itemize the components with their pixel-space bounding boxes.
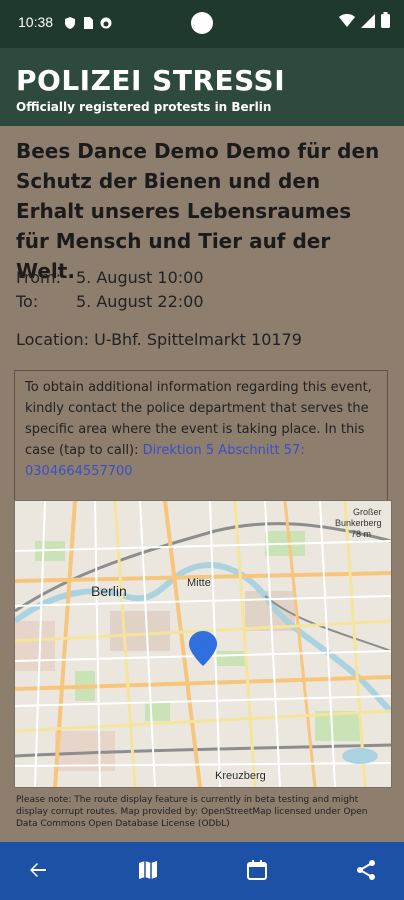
share-button[interactable]: [352, 856, 380, 884]
status-right-icons: [339, 12, 390, 32]
wifi-icon: [339, 13, 355, 32]
status-bar: 10:38: [0, 0, 404, 48]
event-details: Bees Dance Demo Demo für den Schutz der …: [0, 126, 404, 842]
to-row: To: 5. August 22:00: [16, 292, 204, 311]
calendar-button[interactable]: [243, 856, 271, 884]
event-map[interactable]: Berlin Mitte Kreuzberg Großer Bunkerberg…: [14, 500, 392, 788]
event-title: Bees Dance Demo Demo für den Schutz der …: [16, 139, 380, 283]
to-label: To:: [16, 292, 39, 311]
data-icon: [100, 14, 112, 29]
map-note: Please note: The route display feature i…: [16, 795, 368, 829]
share-icon: [357, 860, 375, 880]
app-title: POLIZEI STRESSI: [16, 64, 286, 97]
map-label-bunkerberg: Bunkerberg: [335, 518, 382, 528]
back-button[interactable]: [24, 856, 52, 884]
map-icon: [139, 861, 157, 879]
event-location: Location: U-Bhf. Spittelmarkt 10179: [16, 330, 302, 349]
battery-icon: [381, 12, 390, 32]
sim-icon: [82, 14, 94, 29]
map-label-kreuzberg: Kreuzberg: [215, 770, 266, 782]
calendar-icon: [247, 860, 267, 880]
camera-cutout: [191, 12, 213, 34]
app-bar: POLIZEI STRESSI Officially registered pr…: [0, 48, 404, 126]
back-icon: [30, 863, 46, 877]
map-label-mitte: Mitte: [187, 577, 211, 589]
map-label-height: 78 m: [351, 529, 371, 539]
to-value: 5. August 22:00: [76, 292, 204, 311]
status-time: 10:38: [18, 14, 54, 30]
from-value: 5. August 10:00: [76, 268, 204, 287]
app-subtitle: Officially registered protests in Berlin: [16, 100, 272, 114]
contact-info-box: To obtain additional information regardi…: [14, 370, 388, 502]
shield-icon: [64, 14, 76, 29]
status-icons: [64, 14, 112, 29]
bottom-nav: [0, 842, 404, 900]
signal-icon: [361, 13, 375, 32]
from-row: From: 5. August 10:00: [16, 268, 204, 287]
map-button[interactable]: [134, 856, 162, 884]
map-label-berlin: Berlin: [91, 583, 127, 599]
from-label: From:: [16, 268, 62, 287]
map-label-grosser: Großer: [353, 507, 382, 517]
